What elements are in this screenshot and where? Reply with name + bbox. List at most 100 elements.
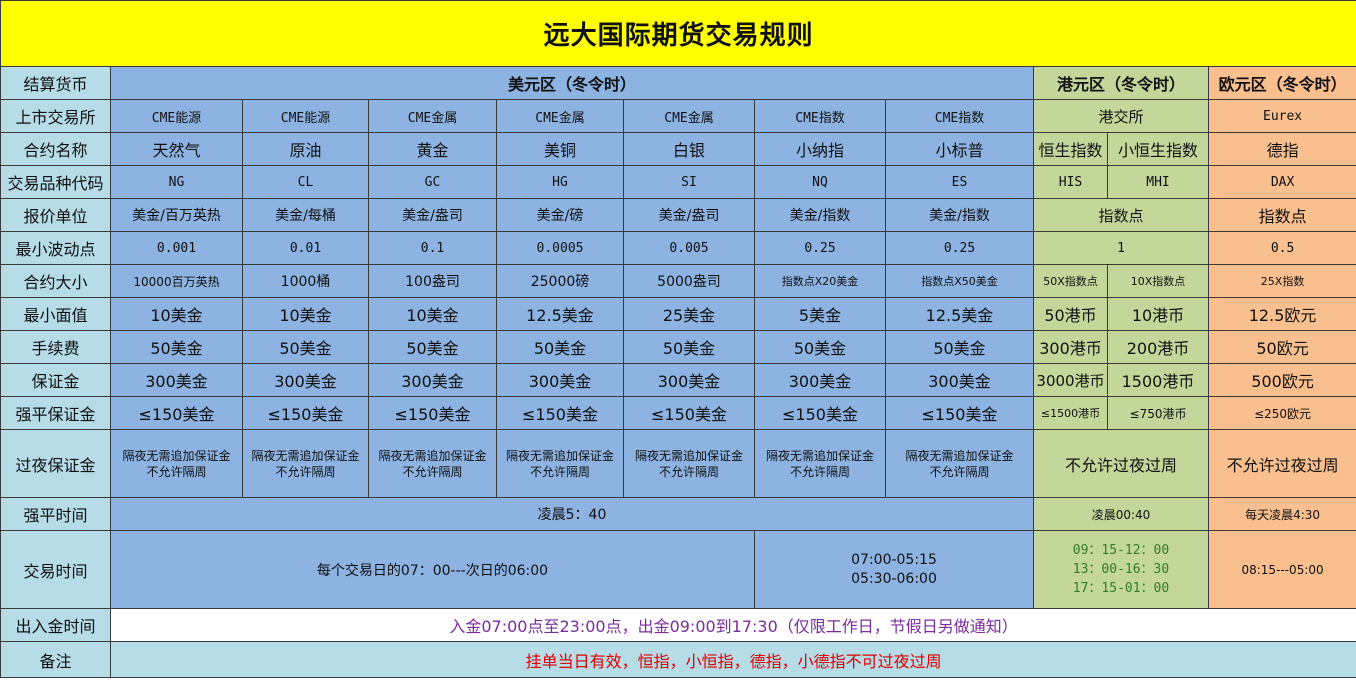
usd-fee-cell: 50美金 bbox=[885, 330, 1034, 364]
usd-fee-cell: 50美金 bbox=[496, 330, 624, 364]
usd-size-cell: 指数点X20美金 bbox=[754, 264, 886, 298]
overnight-line: 隔夜无需追加保证金 bbox=[505, 448, 614, 463]
usd-exchange-cell: CME指数 bbox=[885, 99, 1034, 133]
usd-overnight-cell: 隔夜无需追加保证金 不允许隔周 bbox=[623, 429, 755, 498]
hk-face-cell: 10港币 bbox=[1107, 297, 1209, 331]
usd-margin-cell: 300美金 bbox=[368, 363, 497, 397]
hk-code-cell: MHI bbox=[1107, 165, 1209, 199]
hk-name-cell: 恒生指数 bbox=[1033, 132, 1108, 166]
overnight-line: 不允许隔周 bbox=[658, 464, 719, 479]
hk-forced-time-cell: 凌晨00:40 bbox=[1033, 497, 1209, 531]
usd-forced-cell: ≤150美金 bbox=[368, 396, 497, 430]
usd-size-cell: 5000盎司 bbox=[623, 264, 755, 298]
usd-code-cell: NG bbox=[110, 165, 243, 199]
hk-fee-cell: 300港币 bbox=[1033, 330, 1108, 364]
usd-tick-cell: 0.25 bbox=[754, 231, 886, 265]
usd-tick-cell: 0.001 bbox=[110, 231, 243, 265]
usd-exchange-cell: CME金属 bbox=[623, 99, 755, 133]
usd-overnight-cell: 隔夜无需追加保证金 不允许隔周 bbox=[885, 429, 1034, 498]
usd-face-cell: 12.5美金 bbox=[496, 297, 624, 331]
usd-trading-time-index-cell: 07:00-05:15 05:30-06:00 bbox=[754, 530, 1034, 609]
usd-size-cell: 25000磅 bbox=[496, 264, 624, 298]
usd-tick-cell: 0.005 bbox=[623, 231, 755, 265]
usd-code-cell: ES bbox=[885, 165, 1034, 199]
usd-name-cell: 小标普 bbox=[885, 132, 1034, 166]
region-eur-header: 欧元区（冬令时） bbox=[1207, 66, 1356, 100]
overnight-line: 不允许隔周 bbox=[929, 464, 990, 479]
hk-code-cell: HIS bbox=[1033, 165, 1108, 199]
hk-forced-cell: ≤750港币 bbox=[1107, 396, 1209, 430]
hk-size-cell: 50X指数点 bbox=[1033, 264, 1108, 298]
usd-face-cell: 10美金 bbox=[110, 297, 243, 331]
usd-margin-cell: 300美金 bbox=[623, 363, 755, 397]
eu-margin-cell: 500欧元 bbox=[1207, 363, 1356, 397]
hk-trading-time-cell: 09：15-12：00 13：00-16：30 17：15-01：00 bbox=[1033, 530, 1209, 609]
overnight-line: 不允许隔周 bbox=[529, 464, 590, 479]
eu-exchange-cell: Eurex bbox=[1207, 99, 1356, 133]
row-label-deposit-time: 出入金时间 bbox=[0, 608, 111, 642]
usd-exchange-cell: CME能源 bbox=[242, 99, 369, 133]
row-label-forced: 强平保证金 bbox=[0, 396, 111, 430]
trading-time-line: 05:30-06:00 bbox=[851, 570, 937, 587]
eu-code-cell: DAX bbox=[1207, 165, 1356, 199]
hk-quote-cell: 指数点 bbox=[1033, 198, 1209, 232]
usd-quote-cell: 美金/百万英热 bbox=[110, 198, 243, 232]
row-label-remarks: 备注 bbox=[0, 641, 111, 678]
overnight-line: 不允许隔周 bbox=[146, 464, 207, 479]
usd-quote-cell: 美金/指数 bbox=[885, 198, 1034, 232]
usd-name-cell: 美铜 bbox=[496, 132, 624, 166]
usd-name-cell: 白银 bbox=[623, 132, 755, 166]
hk-margin-cell: 3000港币 bbox=[1033, 363, 1108, 397]
usd-margin-cell: 300美金 bbox=[754, 363, 886, 397]
trading-time-line: 13：00-16：30 bbox=[1072, 562, 1170, 577]
usd-size-cell: 1000桶 bbox=[242, 264, 369, 298]
usd-forced-cell: ≤150美金 bbox=[496, 396, 624, 430]
hk-fee-cell: 200港币 bbox=[1107, 330, 1209, 364]
hk-overnight-cell: 不允许过夜过周 bbox=[1033, 429, 1209, 498]
hk-exchange-cell: 港交所 bbox=[1033, 99, 1209, 133]
usd-fee-cell: 50美金 bbox=[242, 330, 369, 364]
eu-trading-time-cell: 08:15---05:00 bbox=[1207, 530, 1356, 609]
row-label-exchange: 上市交易所 bbox=[0, 99, 111, 133]
row-label-tick: 最小波动点 bbox=[0, 231, 111, 265]
overnight-line: 隔夜无需追加保证金 bbox=[765, 448, 874, 463]
usd-quote-cell: 美金/指数 bbox=[754, 198, 886, 232]
eu-face-cell: 12.5欧元 bbox=[1207, 297, 1356, 331]
page-title: 远大国际期货交易规则 bbox=[0, 0, 1356, 67]
trading-time-line: 07:00-05:15 bbox=[851, 551, 937, 568]
row-label-quote: 报价单位 bbox=[0, 198, 111, 232]
usd-tick-cell: 0.0005 bbox=[496, 231, 624, 265]
remarks-text: 挂单当日有效，恒指，小恒指，德指，小德指不可过夜过周 bbox=[109, 641, 1356, 678]
usd-code-cell: GC bbox=[368, 165, 497, 199]
row-label-trading-time: 交易时间 bbox=[0, 530, 111, 609]
row-label-margin: 保证金 bbox=[0, 363, 111, 397]
eu-overnight-cell: 不允许过夜过周 bbox=[1207, 429, 1356, 498]
usd-exchange-cell: CME金属 bbox=[368, 99, 497, 133]
usd-size-cell: 10000百万英热 bbox=[110, 264, 243, 298]
usd-exchange-cell: CME能源 bbox=[110, 99, 243, 133]
usd-fee-cell: 50美金 bbox=[754, 330, 886, 364]
usd-name-cell: 原油 bbox=[242, 132, 369, 166]
hk-face-cell: 50港币 bbox=[1033, 297, 1108, 331]
trading-time-line: 17：15-01：00 bbox=[1072, 581, 1170, 596]
overnight-line: 隔夜无需追加保证金 bbox=[905, 448, 1014, 463]
usd-code-cell: CL bbox=[242, 165, 369, 199]
overnight-line: 隔夜无需追加保证金 bbox=[634, 448, 743, 463]
row-label-name: 合约名称 bbox=[0, 132, 111, 166]
row-label-currency: 结算货币 bbox=[0, 66, 111, 100]
eu-fee-cell: 50欧元 bbox=[1207, 330, 1356, 364]
usd-fee-cell: 50美金 bbox=[368, 330, 497, 364]
overnight-line: 隔夜无需追加保证金 bbox=[122, 448, 231, 463]
usd-name-cell: 黄金 bbox=[368, 132, 497, 166]
usd-overnight-cell: 隔夜无需追加保证金 不允许隔周 bbox=[368, 429, 497, 498]
usd-forced-cell: ≤150美金 bbox=[754, 396, 886, 430]
usd-face-cell: 10美金 bbox=[368, 297, 497, 331]
usd-size-cell: 100盎司 bbox=[368, 264, 497, 298]
usd-quote-cell: 美金/每桶 bbox=[242, 198, 369, 232]
row-label-forced-time: 强平时间 bbox=[0, 497, 111, 531]
overnight-line: 不允许隔周 bbox=[789, 464, 850, 479]
hk-margin-cell: 1500港币 bbox=[1107, 363, 1209, 397]
usd-overnight-cell: 隔夜无需追加保证金 不允许隔周 bbox=[754, 429, 886, 498]
eu-size-cell: 25X指数 bbox=[1207, 264, 1356, 298]
usd-tick-cell: 0.1 bbox=[368, 231, 497, 265]
